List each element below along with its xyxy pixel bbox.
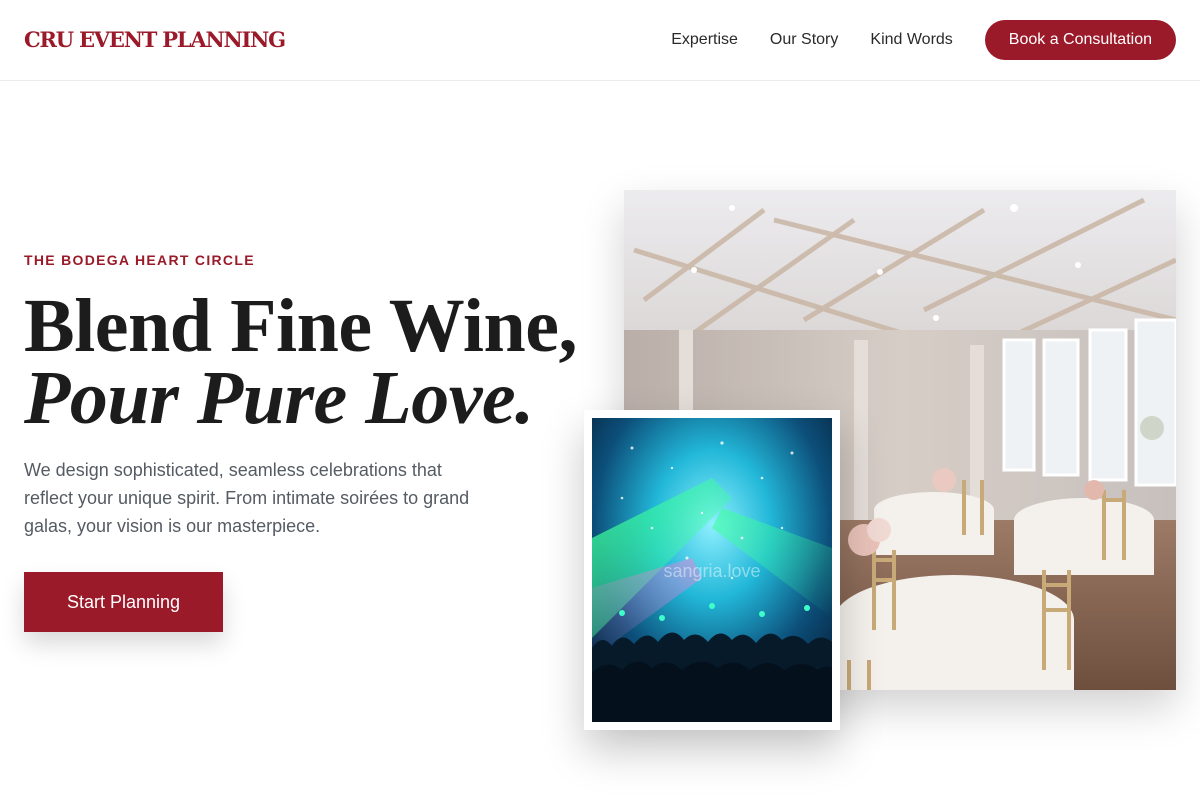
nav-link-our-story[interactable]: Our Story (770, 31, 838, 49)
hero-headline: Blend Fine Wine, Pour Pure Love. (24, 284, 604, 440)
nav-link-kind-words[interactable]: Kind Words (870, 31, 952, 49)
start-planning-button[interactable]: Start Planning (24, 572, 223, 632)
hero-description: We design sophisticated, seamless celebr… (24, 460, 470, 536)
site-header: CRU EVENT PLANNING Expertise Our Story K… (0, 0, 1200, 81)
nav-link-expertise[interactable]: Expertise (671, 31, 738, 49)
brand-logo[interactable]: CRU EVENT PLANNING (24, 27, 286, 52)
headline-line-1: Blend Fine Wine, (24, 284, 577, 368)
concert-crowd-photo: sangria.love (592, 418, 832, 722)
main-nav: Expertise Our Story Kind Words Book a Co… (671, 20, 1176, 60)
image-watermark: sangria.love (663, 561, 761, 581)
book-consultation-button[interactable]: Book a Consultation (984, 20, 1176, 60)
headline-line-2: Pour Pure Love. (24, 356, 534, 440)
concert-photo-frame: sangria.love (584, 410, 840, 730)
hero-eyebrow: THE BODEGA HEART CIRCLE (24, 252, 255, 268)
